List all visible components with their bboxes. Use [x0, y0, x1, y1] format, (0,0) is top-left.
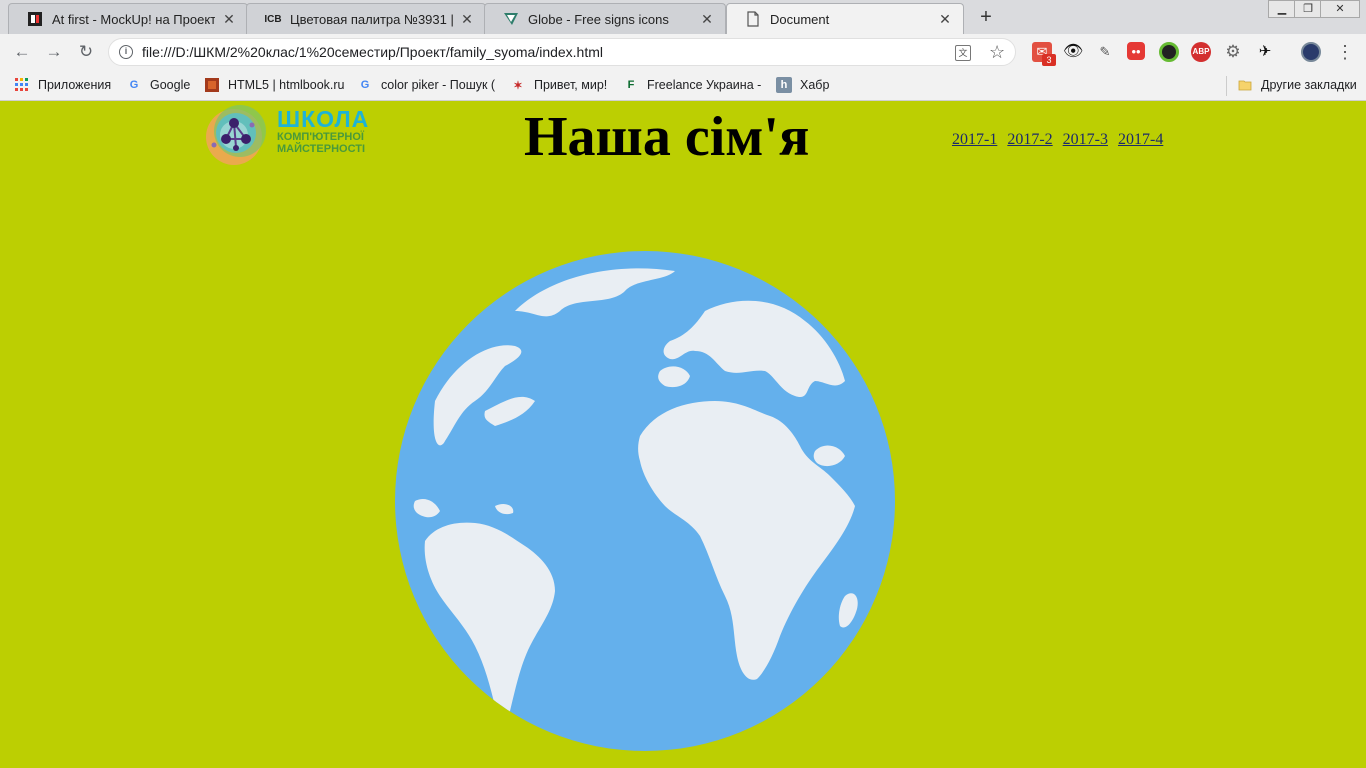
apps-grid-icon [14, 77, 30, 93]
gear-extension-icon[interactable]: ⚙ [1223, 42, 1243, 62]
address-bar[interactable]: i file:///D:/ШКМ/2%20клас/1%20семестир/П… [108, 38, 1016, 66]
logo-line-3: МАЙСТЕРНОСТІ [277, 143, 366, 155]
profile-avatar[interactable] [1301, 42, 1321, 62]
dots-extension-icon[interactable]: •• [1127, 42, 1145, 60]
tab-strip: At first - MockUp! на Проект Mo ✕ ICB Цв… [0, 0, 1366, 34]
eye-icon[interactable]: 👁 [1063, 42, 1083, 62]
bookmark-hello-world[interactable]: ✶ Привет, мир! [510, 76, 607, 94]
tab-title: Globe - Free signs icons [528, 11, 669, 27]
page-content: ШКОЛА КОМП'ЮТЕРНОЇ МАЙСТЕРНОСТІ Наша сім… [0, 101, 1366, 768]
close-icon[interactable]: ✕ [699, 11, 715, 27]
logo-line-1: ШКОЛА [277, 106, 370, 132]
molecule-logo-icon [206, 105, 266, 165]
tab-title: Цветовая палитра №3931 | IN C [290, 11, 453, 27]
nav-link-2017-2[interactable]: 2017-2 [1007, 131, 1052, 148]
freelance-icon: F [627, 79, 635, 91]
document-favicon-icon [745, 11, 761, 27]
close-icon[interactable]: ✕ [221, 11, 237, 27]
nav-link-2017-4[interactable]: 2017-4 [1118, 131, 1163, 148]
bookmarks-separator [1226, 76, 1227, 96]
gmail-unread-badge: 3 [1042, 54, 1056, 66]
bookmark-label: color piker - Пошук ( [381, 78, 496, 92]
nav-link-2017-3[interactable]: 2017-3 [1063, 131, 1108, 148]
mockup-favicon-icon [27, 11, 43, 27]
adblock-icon[interactable]: ABP [1191, 42, 1211, 62]
icb-favicon-icon: ICB [264, 13, 282, 25]
bookmark-label: Хабр [800, 78, 830, 92]
menu-icon[interactable]: ⋮ [1336, 42, 1354, 63]
back-arrow-icon[interactable]: ← [10, 40, 34, 64]
close-icon[interactable]: ✕ [937, 11, 953, 27]
tab-title: At first - MockUp! на Проект Mo [52, 11, 215, 27]
restore-button[interactable]: ❐ [1294, 0, 1322, 18]
other-bookmarks[interactable]: Другие закладки [1237, 76, 1357, 94]
folder-icon [1237, 77, 1253, 93]
bookmark-color-piker[interactable]: G color piker - Пошук ( [357, 76, 497, 94]
reload-icon[interactable]: ↻ [74, 40, 98, 64]
htmlbook-icon [204, 77, 220, 93]
bookmark-apps[interactable]: Приложения [14, 76, 111, 94]
translate-icon[interactable]: 文 [955, 45, 971, 61]
school-logo: ШКОЛА КОМП'ЮТЕРНОЇ МАЙСТЕРНОСТІ [200, 101, 380, 169]
minimize-button[interactable]: ▁ [1268, 0, 1296, 18]
bookmark-google[interactable]: G Google [126, 76, 191, 94]
close-icon[interactable]: ✕ [459, 11, 475, 27]
info-icon[interactable]: i [119, 45, 133, 59]
tab-globe-icons[interactable]: Globe - Free signs icons ✕ [484, 3, 726, 34]
flaticon-favicon-icon [503, 11, 519, 27]
google-icon: G [360, 79, 370, 91]
bird-extension-icon[interactable]: ✈ [1255, 42, 1275, 62]
url-text[interactable]: file:///D:/ШКМ/2%20клас/1%20семестир/Про… [142, 44, 603, 60]
tab-palette[interactable]: ICB Цветовая палитра №3931 | IN C ✕ [246, 3, 486, 34]
globe-icon [395, 251, 895, 751]
bookmark-label: Google [150, 78, 191, 92]
camera-extension-icon[interactable] [1159, 42, 1179, 62]
forward-arrow-icon[interactable]: → [42, 40, 66, 64]
bookmark-label: Привет, мир! [534, 78, 608, 92]
bookmark-label: Приложения [38, 78, 112, 92]
page-title: Наша сім'я [524, 106, 810, 168]
nav-link-2017-1[interactable]: 2017-1 [952, 131, 997, 148]
star-icon[interactable]: ☆ [989, 42, 1005, 63]
hello-world-icon: ✶ [513, 79, 523, 92]
year-nav: 2017-1 2017-2 2017-3 2017-4 [952, 131, 1169, 149]
tab-document[interactable]: Document ✕ [726, 3, 964, 34]
bookmarks-bar: Приложения G Google HTML5 | htmlbook.ru … [0, 70, 1366, 101]
habr-icon: h [776, 77, 792, 93]
tab-mockup[interactable]: At first - MockUp! на Проект Mo ✕ [8, 3, 248, 34]
google-icon: G [129, 79, 139, 91]
bookmark-label: Freelance Украина - [647, 78, 762, 92]
logo-line-2: КОМП'ЮТЕРНОЇ [277, 131, 364, 143]
close-window-button[interactable]: ✕ [1320, 0, 1360, 18]
bookmark-htmlbook[interactable]: HTML5 | htmlbook.ru [204, 76, 344, 94]
logo-text: ШКОЛА КОМП'ЮТЕРНОЇ МАЙСТЕРНОСТІ [277, 107, 369, 155]
browser-toolbar: ← → ↻ i file:///D:/ШКМ/2%20клас/1%20семе… [0, 34, 1366, 70]
eyedropper-icon[interactable]: ✎ [1095, 42, 1115, 62]
bookmark-label: HTML5 | htmlbook.ru [228, 78, 345, 92]
tab-title: Document [770, 11, 830, 27]
bookmark-freelance[interactable]: F Freelance Украина - [623, 76, 763, 94]
bookmark-habr[interactable]: h Хабр [776, 76, 829, 94]
bookmark-label: Другие закладки [1261, 78, 1357, 92]
new-tab-button[interactable]: + [970, 4, 1002, 30]
